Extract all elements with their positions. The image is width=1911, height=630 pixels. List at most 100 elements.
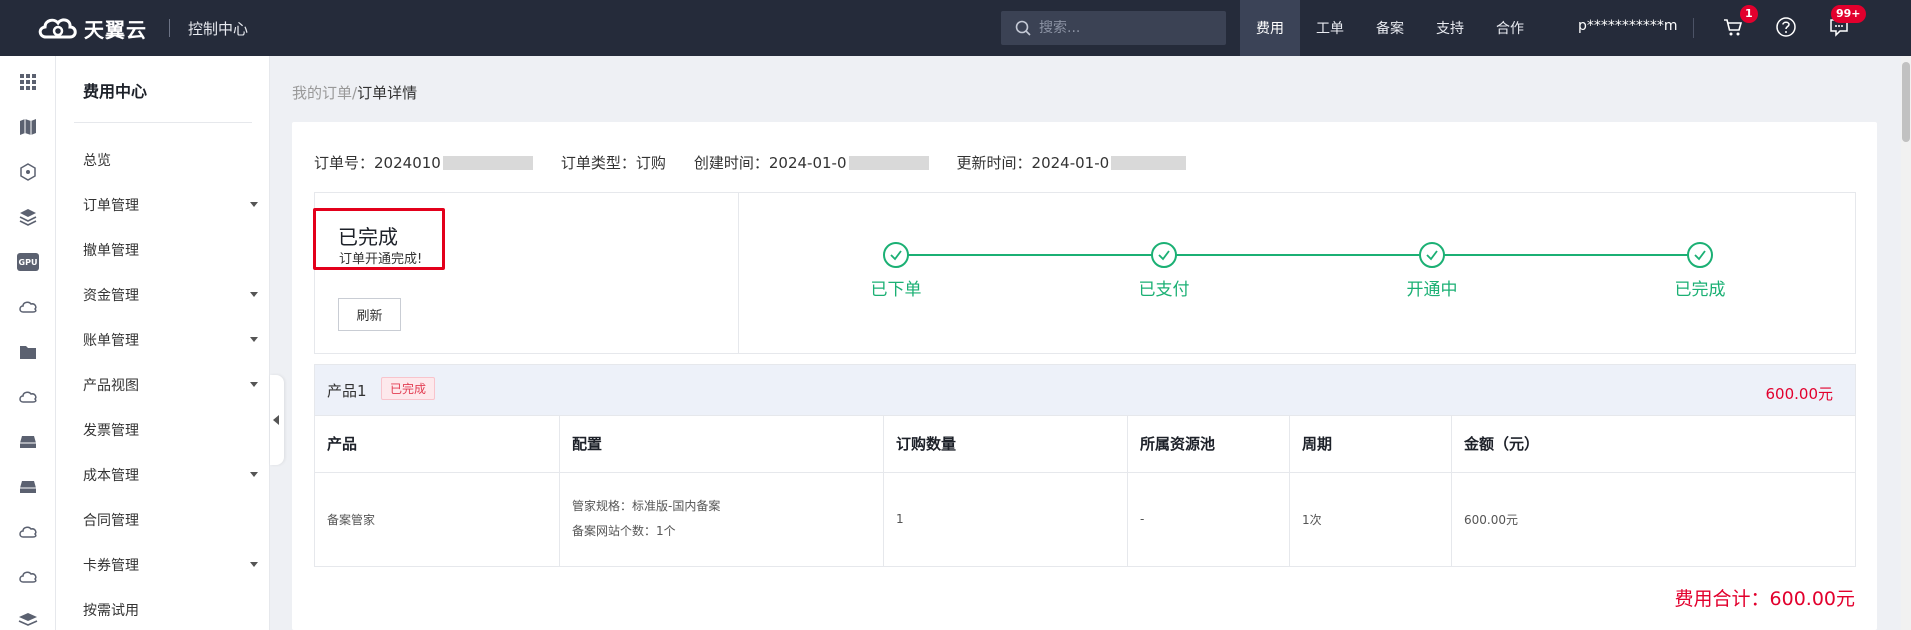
order-number-value: 2024010	[374, 153, 441, 172]
sidebar-item-label: 撤单管理	[83, 243, 139, 259]
search-input[interactable]	[1039, 20, 1209, 36]
check-icon	[1419, 242, 1445, 268]
gpu-icon[interactable]: GPU	[17, 251, 39, 273]
layers-icon[interactable]	[17, 206, 39, 228]
server-icon[interactable]	[17, 431, 39, 453]
sidebar-item-costs[interactable]: 成本管理	[83, 465, 258, 485]
caret-down-icon	[250, 202, 258, 207]
breadcrumb: 我的订单/订单详情	[292, 82, 417, 103]
cloud-icon[interactable]	[17, 521, 39, 543]
column-header: 产品	[314, 416, 560, 473]
check-icon	[1687, 242, 1713, 268]
breadcrumb-current: 订单详情	[357, 84, 418, 102]
message-badge: 99+	[1831, 5, 1866, 23]
created-time-value: 2024-01-0	[768, 153, 847, 172]
column-header: 所属资源池	[1127, 416, 1290, 473]
check-icon	[883, 242, 909, 268]
column-header: 配置	[559, 416, 884, 473]
cart-badge: 1	[1740, 5, 1758, 23]
nav-ticket[interactable]: 工单	[1300, 0, 1360, 56]
folder-icon[interactable]	[17, 341, 39, 363]
status-subtitle: 订单开通完成!	[339, 252, 423, 267]
config-line: 备案网站个数：1个	[572, 524, 676, 538]
page-scrollbar[interactable]	[1901, 56, 1911, 630]
product-header: 产品1 已完成 600.00元	[314, 364, 1856, 416]
toolbar-divider	[1693, 18, 1694, 38]
search-icon	[1015, 20, 1031, 36]
sidebar-item-label: 卡券管理	[83, 558, 139, 574]
cloud-icon[interactable]	[17, 566, 39, 588]
logo[interactable]: 天翼云 控制中心	[36, 0, 248, 56]
sidebar-item-label: 按需试用	[83, 603, 139, 619]
cloud-logo-icon	[38, 18, 77, 39]
updated-time-label: 更新时间：	[956, 154, 1032, 172]
nav-partner[interactable]: 合作	[1480, 0, 1540, 56]
sidebar-item-orders[interactable]: 订单管理	[83, 195, 258, 215]
cell-resource-pool: -	[1127, 471, 1290, 567]
step-provisioning: 开通中	[1382, 242, 1482, 300]
nav-filing[interactable]: 备案	[1360, 0, 1420, 56]
progress-line	[896, 254, 1700, 256]
sidebar-item-invoices[interactable]: 发票管理	[83, 420, 258, 440]
status-summary: 已完成 订单开通完成! 刷新	[313, 193, 739, 353]
sidebar-item-label: 发票管理	[83, 423, 139, 439]
sidebar-item-funds[interactable]: 资金管理	[83, 285, 258, 305]
column-header: 周期	[1289, 416, 1452, 473]
order-type: 订单类型： 订购	[561, 152, 666, 173]
updated-time-value: 2024-01-0	[1031, 153, 1110, 172]
sidebar-item-contracts[interactable]: 合同管理	[83, 510, 258, 530]
top-bar: 天翼云 控制中心 费用 工单 备案 支持 合作 p***********m 1 …	[0, 0, 1911, 56]
status-title: 已完成	[338, 225, 398, 249]
cell-amount: 600.00元	[1451, 471, 1856, 567]
map-icon[interactable]	[17, 116, 39, 138]
nav-support[interactable]: 支持	[1420, 0, 1480, 56]
grid-icon[interactable]	[17, 71, 39, 93]
updated-time: 更新时间： 2024-01-0	[957, 152, 1187, 173]
sidebar-item-cancellations[interactable]: 撤单管理	[83, 240, 258, 260]
step-paid: 已支付	[1114, 242, 1214, 300]
caret-down-icon	[250, 562, 258, 567]
sidebar-item-product-view[interactable]: 产品视图	[83, 375, 258, 395]
help-icon[interactable]	[1775, 16, 1799, 40]
step-label: 已完成	[1674, 280, 1726, 300]
cube-network-icon[interactable]	[17, 161, 39, 183]
sidebar: 费用中心 总览 订单管理 撤单管理 资金管理 账单管理 产品视图 发票管理 成本…	[56, 56, 270, 630]
breadcrumb-my-orders[interactable]: 我的订单	[292, 84, 352, 102]
sidebar-item-coupons[interactable]: 卡券管理	[83, 555, 258, 575]
caret-down-icon	[250, 337, 258, 342]
sidebar-item-trial[interactable]: 按需试用	[83, 600, 258, 620]
table-row: 备案管家 管家规格：标准版-国内备案 备案网站个数：1个 1 - 1次 600.…	[314, 471, 1856, 567]
refresh-button[interactable]: 刷新	[338, 298, 401, 331]
search-box[interactable]	[1001, 11, 1226, 45]
sidebar-title: 费用中心	[83, 82, 148, 101]
product-name: 产品1	[327, 382, 367, 400]
check-icon	[1151, 242, 1177, 268]
stack-icon[interactable]	[17, 608, 39, 630]
order-number: 订单号： 2024010	[314, 152, 533, 173]
product-table: 产品 配置 订购数量 所属资源池 周期 金额（元） 备案管家 管家规格：标准版-…	[314, 416, 1856, 567]
created-time-label: 创建时间：	[693, 154, 769, 172]
order-type-label: 订单类型：	[560, 154, 636, 172]
sidebar-item-label: 订单管理	[83, 198, 139, 214]
column-header: 订购数量	[883, 416, 1128, 473]
created-time: 创建时间： 2024-01-0	[694, 152, 929, 173]
sidebar-collapse-toggle[interactable]	[270, 375, 284, 465]
product-amount: 600.00元	[1765, 385, 1834, 403]
cell-period: 1次	[1289, 471, 1452, 567]
server-icon[interactable]	[17, 476, 39, 498]
logo-text: 天翼云	[84, 17, 147, 42]
cloud-icon[interactable]	[17, 296, 39, 318]
console-title[interactable]: 控制中心	[188, 18, 248, 39]
step-label: 开通中	[1406, 280, 1458, 300]
scrollbar-thumb[interactable]	[1902, 62, 1910, 142]
step-ordered: 已下单	[846, 242, 946, 300]
order-type-value: 订购	[635, 154, 666, 172]
sidebar-item-bills[interactable]: 账单管理	[83, 330, 258, 350]
icon-rail: GPU	[0, 56, 56, 630]
sidebar-item-overview[interactable]: 总览	[83, 150, 258, 170]
sidebar-item-label: 资金管理	[83, 288, 139, 304]
caret-down-icon	[250, 472, 258, 477]
cloud-icon[interactable]	[17, 386, 39, 408]
nav-fee[interactable]: 费用	[1240, 0, 1300, 56]
user-account[interactable]: p***********m	[1578, 18, 1678, 34]
